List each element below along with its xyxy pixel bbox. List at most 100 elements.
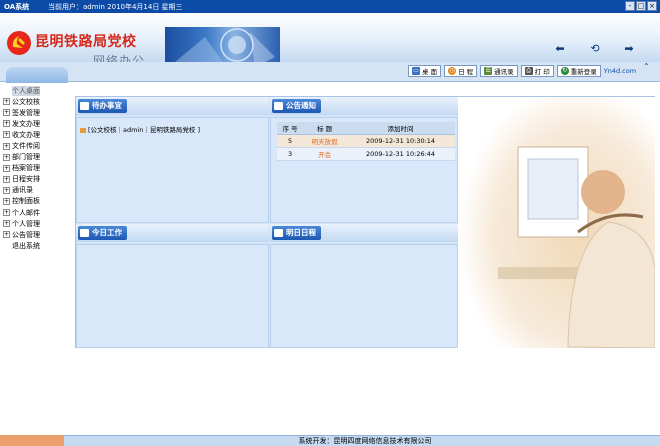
notice-time: 2009-12-31 10:30:14 (346, 134, 455, 148)
contacts-icon: ☰ (484, 67, 493, 75)
tomorrow-panel-title[interactable]: 明日日程 (272, 226, 321, 240)
tomorrow-panel-body (270, 244, 458, 348)
expand-icon[interactable]: + (3, 142, 10, 150)
expand-icon[interactable]: + (3, 120, 10, 128)
sidebar-item-label: 控制面板 (12, 197, 40, 206)
sidebar-item-label: 收文办理 (12, 130, 40, 139)
sidebar-item-label: 个人管理 (12, 219, 40, 228)
desktop-label: 桌 面 (422, 68, 438, 76)
relogin-button[interactable]: ↻ 重新登录 (556, 65, 601, 77)
sidebar-item-label: 个人邮件 (12, 208, 40, 217)
sidebar-item-personal-admin[interactable]: + 个人管理 (0, 218, 70, 229)
today-panel-title[interactable]: 今日工作 (78, 226, 127, 240)
expand-icon[interactable]: + (3, 197, 10, 205)
sidebar-item-label: 档案管理 (12, 164, 40, 173)
sidebar-item-contacts[interactable]: + 通讯录 (0, 185, 70, 196)
sidebar-item-label: 发文办理 (12, 119, 40, 128)
expand-icon[interactable]: + (3, 175, 10, 183)
sidebar-item-label: 通讯录 (12, 186, 33, 195)
sidebar-item-logout[interactable]: 退出系统 (0, 240, 70, 251)
notice-title-link[interactable]: 开会 (303, 147, 347, 161)
forward-arrow-icon[interactable]: ➡ (623, 43, 635, 55)
todo-item[interactable]: [公文校核｜admin｜昆明铁路局党校 ] (80, 124, 200, 134)
expand-icon[interactable]: + (3, 131, 10, 139)
brand-link[interactable]: Yn4d.com (604, 67, 636, 75)
back-arrow-icon[interactable]: ⬅ (554, 43, 566, 55)
contacts-button[interactable]: ☰ 通讯录 (480, 65, 518, 77)
sidebar-item-schedule[interactable]: + 日程安排 (0, 174, 70, 185)
notices-title-text: 公告通知 (286, 101, 316, 110)
today-panel-body (76, 244, 269, 348)
todo-icon (80, 102, 89, 110)
minimize-button[interactable]: - (625, 1, 635, 11)
title-bar: OA系统 当前用户：admin 2010年4月14日 星期三 - □ × (0, 0, 660, 13)
sidebar-item-label: 日程安排 (12, 175, 40, 184)
party-emblem-icon (7, 31, 31, 55)
table-row[interactable]: 5 明天放假 2009-12-31 10:30:14 (277, 134, 455, 148)
org-name: 昆明铁路局党校 (35, 34, 137, 50)
app-title: OA系统 (4, 3, 30, 11)
relogin-label: 重新登录 (570, 68, 597, 76)
notices-table: 序 号 标 题 添加时间 5 明天放假 2009-12-31 10:30:14 … (277, 122, 455, 161)
notices-panel-title[interactable]: 公告通知 (272, 99, 321, 113)
sidebar-item-mail[interactable]: + 个人邮件 (0, 207, 70, 218)
sidebar-item-document-review[interactable]: + 公文校核 (0, 96, 70, 107)
refresh-icon[interactable]: ⟲ (589, 43, 601, 55)
today-icon (80, 229, 89, 237)
tomorrow-panel-header: 明日日程 (270, 224, 458, 242)
tomorrow-title-text: 明日日程 (286, 228, 316, 237)
table-row[interactable]: 3 开会 2009-12-31 10:26:44 (277, 147, 455, 161)
mail-icon (80, 127, 86, 133)
sidebar-item-label: 退出系统 (12, 241, 40, 250)
expand-icon[interactable]: + (3, 209, 10, 217)
relogin-icon: ↻ (560, 67, 569, 75)
notice-number: 3 (277, 147, 304, 161)
notices-panel-body: 序 号 标 题 添加时间 5 明天放假 2009-12-31 10:30:14 … (270, 117, 458, 223)
todo-panel-body: [公文校核｜admin｜昆明铁路局党校 ] (76, 117, 269, 223)
today-panel-header: 今日工作 (76, 224, 269, 242)
print-icon: ⎙ (524, 67, 533, 75)
expand-icon[interactable]: + (3, 153, 10, 161)
expand-icon[interactable]: + (3, 164, 10, 172)
sidebar-item-control-panel[interactable]: + 控制面板 (0, 196, 70, 207)
expand-icon[interactable]: + (3, 98, 10, 106)
expand-icon[interactable]: + (3, 109, 10, 117)
col-number: 序 号 (277, 122, 304, 135)
expand-icon[interactable]: + (3, 220, 10, 228)
expand-icon[interactable]: + (3, 231, 10, 239)
todo-panel-title[interactable]: 待办事宜 (78, 99, 127, 113)
sidebar-item-announcements[interactable]: + 公告管理 (0, 229, 70, 240)
sidebar-item-incoming[interactable]: + 收文办理 (0, 129, 70, 140)
sidebar-item-label: 文件传阅 (12, 142, 40, 151)
todo-item-text: [公文校核｜admin｜昆明铁路局党校 ] (88, 126, 201, 134)
expand-icon[interactable]: + (3, 186, 10, 194)
col-title: 标 题 (303, 122, 347, 135)
sidebar-item-outgoing[interactable]: + 发文办理 (0, 118, 70, 129)
sidebar-item-archives[interactable]: + 档案管理 (0, 163, 70, 174)
desktop-panels: 待办事宜 [公文校核｜admin｜昆明铁路局党校 ] 公告通知 序 号 标 题 … (75, 96, 655, 348)
window-buttons: - □ × (625, 1, 657, 11)
today-title-text: 今日工作 (92, 228, 122, 237)
schedule-button[interactable]: ◷ 日 程 (444, 65, 478, 77)
notice-time: 2009-12-31 10:26:44 (346, 147, 455, 161)
maximize-button[interactable]: □ (636, 1, 646, 11)
sidebar-item-signoff[interactable]: + 签发管理 (0, 107, 70, 118)
notice-title-link[interactable]: 明天放假 (303, 134, 347, 148)
office-worker-photo (458, 97, 655, 348)
sidebar-item-label: 个人桌面 (12, 85, 40, 96)
desktop-icon: ▭ (412, 67, 420, 75)
collapse-icon[interactable]: ⌃ (643, 62, 650, 71)
sidebar-menu: 个人桌面 + 公文校核 + 签发管理 + 发文办理 + 收文办理 + 文件传阅 + 部门管理… (0, 85, 70, 251)
sidebar-item-label: 签发管理 (12, 108, 40, 117)
sidebar-item-departments[interactable]: + 部门管理 (0, 152, 70, 163)
tomorrow-icon (274, 229, 283, 237)
desktop-button[interactable]: ▭ 桌 面 (408, 65, 442, 77)
sidebar-item-label: 公文校核 (12, 97, 40, 106)
header-banner: 昆明铁路局党校 网络办公 ⬅ ⟲ ➡ (0, 13, 660, 69)
sidebar-item-circulation[interactable]: + 文件传阅 (0, 140, 70, 151)
footer-text: 系统开发：昆明四度网络信息技术有限公司 (298, 437, 432, 445)
print-label: 打 印 (534, 68, 550, 76)
print-button[interactable]: ⎙ 打 印 (520, 65, 554, 77)
close-button[interactable]: × (647, 1, 657, 11)
sidebar-item-personal-desktop[interactable]: 个人桌面 (0, 85, 70, 96)
